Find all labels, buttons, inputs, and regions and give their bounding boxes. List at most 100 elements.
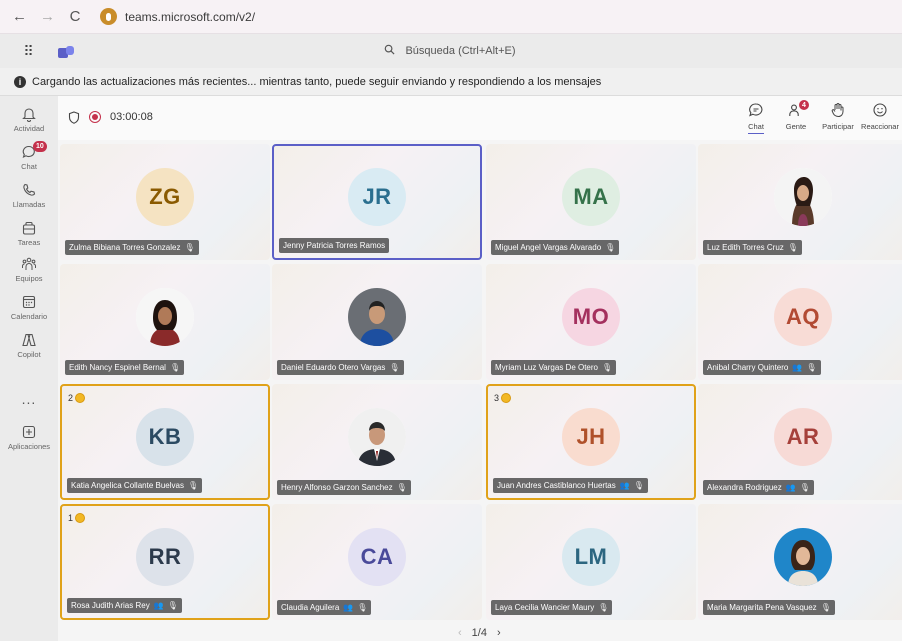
- raised-hand-indicator: 2: [68, 391, 86, 405]
- react-button[interactable]: Reaccionar: [858, 102, 902, 131]
- participant-tile[interactable]: Edith Nancy Espinel Bernal 🎙: [60, 264, 270, 380]
- rail-item-chat[interactable]: 10 Chat: [0, 141, 58, 171]
- avatar-initials: ZG: [149, 184, 181, 209]
- rail-item-calls[interactable]: Llamadas: [0, 182, 58, 209]
- avatar-initials: KB: [148, 424, 182, 449]
- participant-name: Zulma Bibiana Torres Gonzalez: [69, 243, 181, 252]
- raised-hand-indicator: 1: [68, 511, 86, 525]
- guest-icon: 👥: [619, 481, 630, 490]
- participant-name-tag: Daniel Eduardo Otero Vargas 🎙: [277, 360, 404, 375]
- rail-label: Copilot: [17, 350, 41, 359]
- participant-tile[interactable]: 3 JH Juan Andres Castiblanco Huertas 👥 🎙: [486, 384, 696, 500]
- participant-tile[interactable]: Daniel Eduardo Otero Vargas 🎙: [272, 264, 482, 380]
- copilot-icon: [22, 333, 36, 347]
- mic-off-icon: 🎙: [820, 603, 831, 612]
- shield-icon[interactable]: [68, 111, 80, 124]
- participant-name: Myriam Luz Vargas De Otero: [495, 363, 598, 372]
- participant-name-tag: Maria Margarita Pena Vasquez 🎙: [703, 600, 835, 615]
- add-apps-icon: [22, 425, 36, 439]
- participant-name-tag: Laya Cecilia Wancier Maury 🎙: [491, 600, 613, 615]
- address-bar[interactable]: teams.microsoft.com/v2/: [100, 8, 255, 25]
- participant-name: Rosa Judith Arias Rey: [71, 601, 150, 610]
- participant-tile[interactable]: MO Myriam Luz Vargas De Otero 🎙: [486, 264, 696, 380]
- site-info-icon[interactable]: [100, 8, 117, 25]
- participant-tile[interactable]: AQ Anibal Charry Quintero 👥 🎙: [698, 264, 902, 380]
- mic-off-icon: 🎙: [169, 363, 181, 372]
- page-indicator: 1/4: [471, 627, 487, 639]
- guest-icon: 👥: [785, 483, 796, 492]
- participant-name: Claudia Aguilera: [281, 603, 340, 612]
- update-banner: i Cargando las actualizaciones más recie…: [0, 68, 902, 96]
- participant-tile[interactable]: AR Alexandra Rodriguez 👥 🎙: [698, 384, 902, 500]
- people-button[interactable]: 4 Gente: [774, 100, 818, 131]
- guest-icon: 👥: [343, 603, 354, 612]
- participant-name-tag: Myriam Luz Vargas De Otero 🎙: [491, 360, 617, 375]
- tasks-icon: [22, 221, 36, 235]
- rail-item-calendar[interactable]: Calendario: [0, 294, 58, 321]
- participant-name-tag: Jenny Patricia Torres Ramos: [279, 238, 390, 253]
- avatar: RR: [136, 528, 194, 586]
- participant-tile[interactable]: Maria Margarita Pena Vasquez 🎙: [698, 504, 902, 620]
- mic-off-icon: 🎙: [602, 363, 613, 372]
- hand-queue-number: 3: [494, 393, 500, 403]
- raised-hand-icon: [501, 393, 512, 403]
- reload-button[interactable]: C: [68, 9, 82, 24]
- avatar: AQ: [774, 288, 832, 346]
- rail-item-copilot[interactable]: Copilot: [0, 332, 58, 359]
- rail-item-activity[interactable]: Actividad: [0, 106, 58, 133]
- participant-name: Juan Andres Castiblanco Huertas: [497, 481, 616, 490]
- participant-name-tag: Zulma Bibiana Torres Gonzalez 🎙: [65, 240, 199, 255]
- meeting-toolbar: 03:00:08 Chat 4 Gente Participar Reaccio…: [58, 96, 902, 140]
- participant-tile[interactable]: LM Laya Cecilia Wancier Maury 🎙: [486, 504, 696, 620]
- gallery-pager: ‹ 1/4 ›: [458, 627, 501, 639]
- guest-icon: 👥: [153, 601, 164, 610]
- avatar-initials: CA: [360, 544, 394, 569]
- participant-name-tag: Rosa Judith Arias Rey 👥 🎙: [67, 598, 182, 613]
- rail-item-tasks[interactable]: Tareas: [0, 220, 58, 247]
- participant-tile[interactable]: 2 KB Katia Angelica Collante Buelvas 🎙: [60, 384, 270, 500]
- avatar-initials: AR: [786, 424, 820, 449]
- profile-photo: [348, 288, 406, 346]
- mic-off-icon: 🎙: [357, 603, 368, 612]
- rail-label: Equipos: [15, 274, 43, 283]
- participant-name: Katia Angelica Collante Buelvas: [71, 481, 184, 490]
- avatar: JH: [562, 408, 620, 466]
- participant-tile[interactable]: CA Claudia Aguilera 👥 🎙: [272, 504, 482, 620]
- forward-button[interactable]: →: [40, 9, 55, 24]
- avatar-initials: MO: [572, 304, 610, 329]
- participant-name-tag: Luz Edith Torres Cruz 🎙: [703, 240, 802, 255]
- people-count-badge: 4: [799, 100, 809, 110]
- next-page-button[interactable]: ›: [497, 627, 501, 639]
- teams-icon: [22, 257, 36, 270]
- avatar-initials: RR: [148, 544, 182, 569]
- mic-off-icon: 🎙: [167, 601, 178, 610]
- mic-off-icon: 🎙: [799, 483, 810, 492]
- participant-tile[interactable]: JR Jenny Patricia Torres Ramos: [272, 144, 482, 260]
- teams-logo-icon: [58, 44, 74, 58]
- bell-icon: [22, 108, 36, 122]
- raise-hand-button[interactable]: Participar: [816, 102, 860, 131]
- back-button[interactable]: ←: [12, 9, 27, 24]
- mic-off-icon: 🎙: [806, 363, 817, 372]
- rail-item-teams[interactable]: Equipos: [0, 256, 58, 283]
- prev-page-button[interactable]: ‹: [458, 627, 462, 639]
- search-input[interactable]: Búsqueda (Ctrl+Alt+E): [260, 39, 640, 63]
- rail-item-apps[interactable]: Aplicaciones: [0, 424, 58, 451]
- hand-queue-number: 1: [68, 513, 74, 523]
- raise-label: Participar: [822, 122, 854, 131]
- profile-photo: [774, 168, 832, 226]
- url-text[interactable]: teams.microsoft.com/v2/: [125, 10, 255, 24]
- participant-tile[interactable]: 1 RR Rosa Judith Arias Rey 👥 🎙: [60, 504, 270, 620]
- participant-tile[interactable]: Henry Alfonso Garzon Sanchez 🎙: [272, 384, 482, 500]
- avatar: ZG: [136, 168, 194, 226]
- participant-tile[interactable]: Luz Edith Torres Cruz 🎙: [698, 144, 902, 260]
- chat-button[interactable]: Chat: [734, 102, 778, 134]
- mic-off-icon: 🎙: [605, 243, 616, 252]
- participant-tile[interactable]: ZG Zulma Bibiana Torres Gonzalez 🎙: [60, 144, 270, 260]
- participant-name-tag: Anibal Charry Quintero 👥 🎙: [703, 360, 821, 375]
- participant-tile[interactable]: MA Miguel Angel Vargas Alvarado 🎙: [486, 144, 696, 260]
- more-apps-button[interactable]: ...: [0, 392, 58, 406]
- participant-name-tag: Juan Andres Castiblanco Huertas 👥 🎙: [493, 478, 648, 493]
- app-launcher-icon[interactable]: ⠿: [0, 43, 58, 60]
- phone-icon: [23, 183, 36, 196]
